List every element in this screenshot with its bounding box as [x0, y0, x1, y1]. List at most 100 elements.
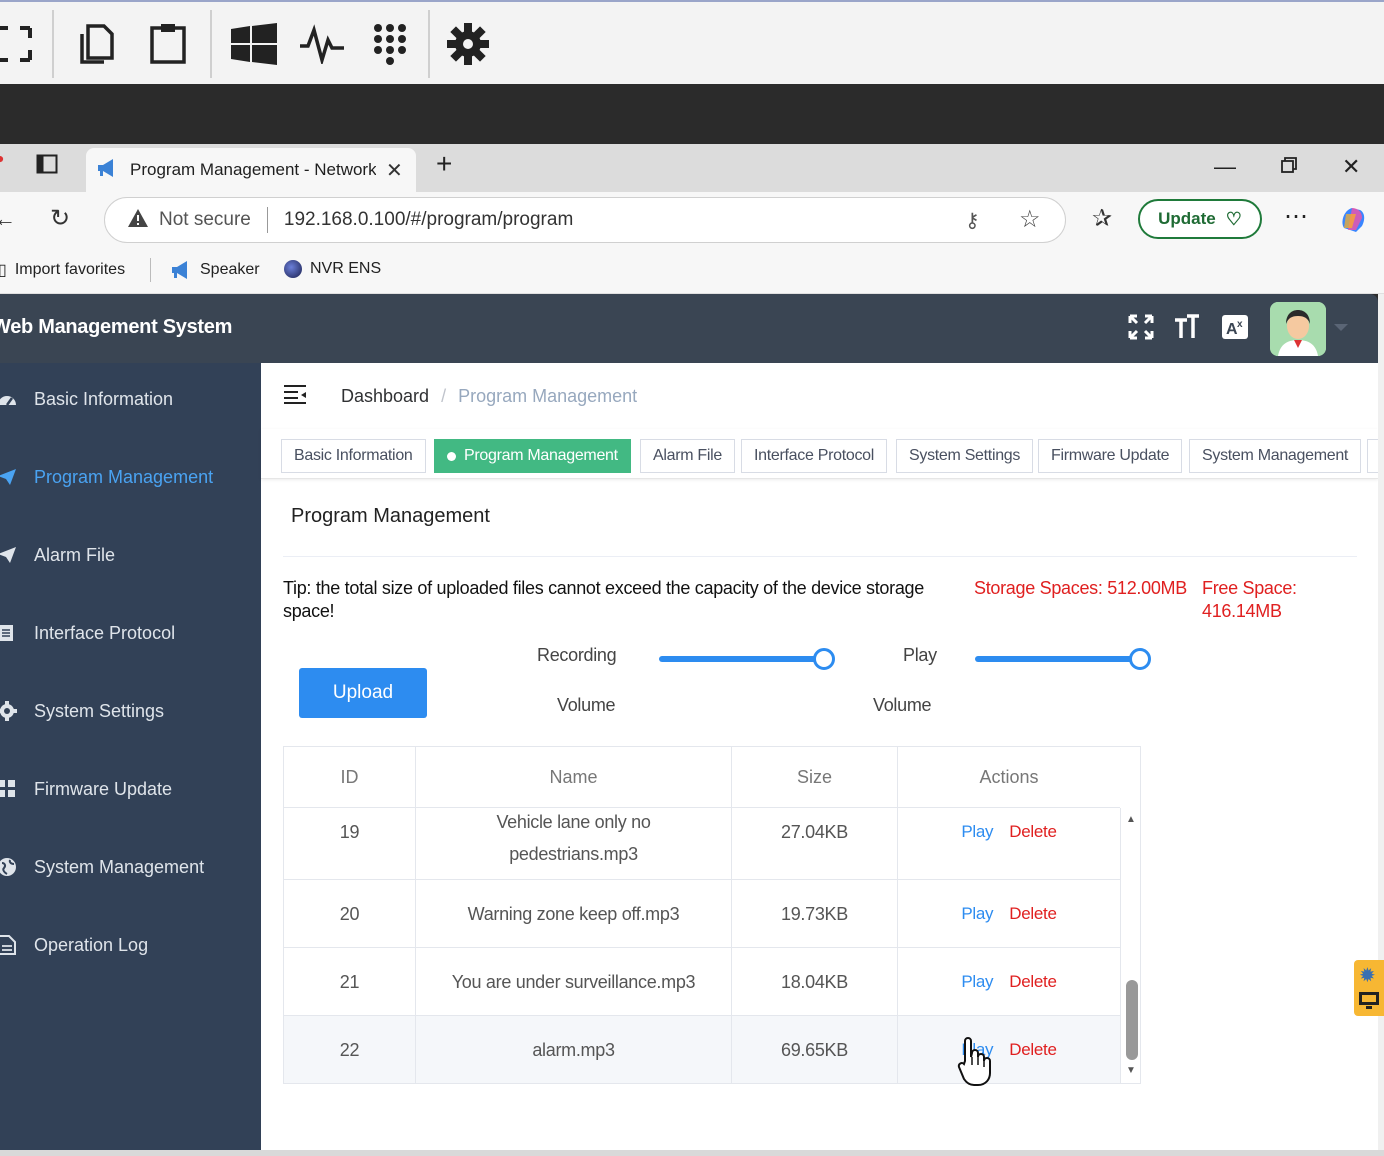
scroll-up-icon[interactable]: ▲ [1126, 814, 1136, 825]
expand-icon[interactable] [1126, 312, 1156, 342]
storage-info: Storage Spaces: 512.00MB Free Space: 416… [974, 577, 1297, 621]
col-id[interactable]: ID [284, 747, 416, 808]
cell-actions: Play Delete [898, 808, 1120, 879]
fav-speaker[interactable]: Speaker [170, 260, 260, 280]
card-divider [283, 556, 1357, 557]
sidebar-item-basic-information[interactable]: Basic Information [0, 379, 261, 419]
delete-link[interactable]: Delete [1009, 1034, 1057, 1066]
tag-program-management[interactable]: Program Management [434, 439, 631, 473]
tag-system-management[interactable]: System Management [1189, 439, 1362, 473]
tag-label: System Management [1202, 447, 1349, 464]
url-box[interactable]: Not secure 192.168.0.100/#/program/progr… [104, 197, 1066, 243]
tag-basic-information[interactable]: Basic Information [281, 439, 426, 473]
tag-alarm-file[interactable]: Alarm File [640, 439, 736, 473]
browser-tabstrip: ● Program Management - Network ✕ + — ✕ [0, 144, 1384, 192]
card-title: Program Management [291, 505, 490, 527]
favorite-star-icon[interactable]: ☆ [1019, 205, 1041, 234]
sidebar-item-program-management[interactable]: Program Management [0, 457, 261, 497]
delete-link[interactable]: Delete [1009, 966, 1057, 998]
copilot-icon[interactable] [1338, 204, 1368, 239]
globe-icon [0, 857, 20, 877]
more-icon[interactable]: ⋯ [1284, 202, 1308, 231]
cell-actions: Play Delete [898, 948, 1120, 1015]
floating-widget[interactable]: ✹ [1354, 960, 1384, 1016]
tags-view: Basic Information Program Management Ala… [261, 429, 1381, 479]
workspaces-icon[interactable]: ● [0, 150, 4, 166]
col-actions[interactable]: Actions [898, 747, 1120, 808]
slider-handle[interactable] [1129, 648, 1151, 670]
avatar[interactable] [1270, 302, 1326, 356]
delete-link[interactable]: Delete [1009, 898, 1057, 930]
favorites-icon[interactable]: ✰ [1092, 204, 1112, 233]
breadcrumb-home[interactable]: Dashboard [341, 386, 429, 407]
sidebar-item-system-settings[interactable]: System Settings [0, 691, 261, 731]
scroll-down-icon[interactable]: ▼ [1126, 1065, 1136, 1076]
cell-name: You are under surveillance.mp3 [416, 948, 732, 1015]
font-size-icon[interactable] [1172, 312, 1202, 342]
tag-firmware-update[interactable]: Firmware Update [1038, 439, 1183, 473]
browser-tab-active[interactable]: Program Management - Network ✕ [86, 148, 416, 192]
table-scrollbar[interactable]: ▲ ▼ [1120, 808, 1140, 1083]
table-row[interactable]: 19 Vehicle lane only no pedestrians.mp3 … [284, 796, 1120, 880]
security-label[interactable]: Not secure [159, 209, 251, 231]
activity-icon[interactable] [298, 20, 346, 68]
translate-icon[interactable]: Ax [1220, 312, 1250, 342]
sidebar-item-alarm-file[interactable]: Alarm File [0, 535, 261, 575]
delete-link[interactable]: Delete [1009, 816, 1057, 848]
cell-size: 18.04KB [732, 948, 898, 1015]
tag-system-settings[interactable]: System Settings [896, 439, 1034, 473]
refresh-icon[interactable]: ↻ [50, 204, 70, 233]
play-link[interactable]: Play [961, 816, 993, 848]
sidebar-item-interface-protocol[interactable]: Interface Protocol [0, 613, 261, 653]
keypad-icon[interactable] [366, 20, 414, 68]
close-window-icon[interactable]: ✕ [1342, 154, 1360, 180]
avatar-dropdown-icon[interactable] [1334, 324, 1348, 331]
sidebar-item-firmware-update[interactable]: Firmware Update [0, 769, 261, 809]
send-icon [0, 546, 20, 564]
upload-button[interactable]: Upload [299, 668, 427, 718]
clipboard-icon[interactable] [144, 20, 192, 68]
back-icon[interactable]: ← [0, 206, 16, 232]
favorites-bar: ▯ Import favorites Speaker NVR ENS [0, 248, 1384, 294]
storage-tip: Tip: the total size of uploaded files ca… [283, 578, 924, 621]
settings-gear-icon[interactable] [444, 20, 492, 68]
minimize-icon[interactable]: — [1214, 154, 1236, 180]
slider-handle[interactable] [813, 648, 835, 670]
toolbar-separator [428, 10, 430, 78]
sidebar-item-system-management[interactable]: System Management [0, 847, 261, 887]
cell-name: Vehicle lane only no pedestrians.mp3 [416, 796, 732, 880]
cell-id: 21 [284, 948, 416, 1015]
sidebar-item-label: Basic Information [34, 388, 174, 409]
fav-nvr[interactable]: NVR ENS [284, 260, 381, 278]
play-volume-slider[interactable] [975, 648, 1151, 670]
update-button[interactable]: Update ♡ [1138, 199, 1262, 239]
breadcrumb-separator: / [441, 385, 447, 406]
recording-volume-slider[interactable] [659, 648, 835, 670]
fav-import[interactable]: ▯ Import favorites [0, 260, 125, 280]
cell-name: Warning zone keep off.mp3 [416, 880, 732, 947]
recording-volume-label: Volume [557, 695, 616, 715]
play-link[interactable]: Play [961, 966, 993, 998]
app-header: Web Management System Ax [0, 294, 1378, 363]
tab-actions-icon[interactable] [36, 154, 58, 180]
copy-icon[interactable] [72, 20, 120, 68]
table-row[interactable]: 21 You are under surveillance.mp3 18.04K… [284, 948, 1120, 1016]
url-divider [266, 207, 268, 233]
table-row[interactable]: 22 alarm.mp3 69.65KB Play Delete [284, 1016, 1120, 1083]
megaphone-icon [172, 261, 187, 279]
tab-close-icon[interactable]: ✕ [386, 158, 403, 183]
restore-icon[interactable] [1280, 154, 1298, 180]
tag-interface-protocol[interactable]: Interface Protocol [741, 439, 887, 473]
table-row[interactable]: 20 Warning zone keep off.mp3 19.73KB Pla… [284, 880, 1120, 948]
fullscreen-icon[interactable] [0, 20, 38, 68]
windows-icon[interactable] [230, 20, 278, 68]
url-text[interactable]: 192.168.0.100/#/program/program [284, 209, 573, 231]
key-icon[interactable]: ⚷ [965, 208, 980, 233]
send-icon [0, 468, 20, 486]
col-size[interactable]: Size [732, 747, 898, 808]
hamburger-icon[interactable] [283, 384, 307, 409]
sidebar-item-operation-log[interactable]: Operation Log [0, 925, 261, 965]
new-tab-icon[interactable]: + [436, 148, 452, 180]
scrollbar-thumb[interactable] [1126, 980, 1138, 1060]
play-link[interactable]: Play [961, 898, 993, 930]
